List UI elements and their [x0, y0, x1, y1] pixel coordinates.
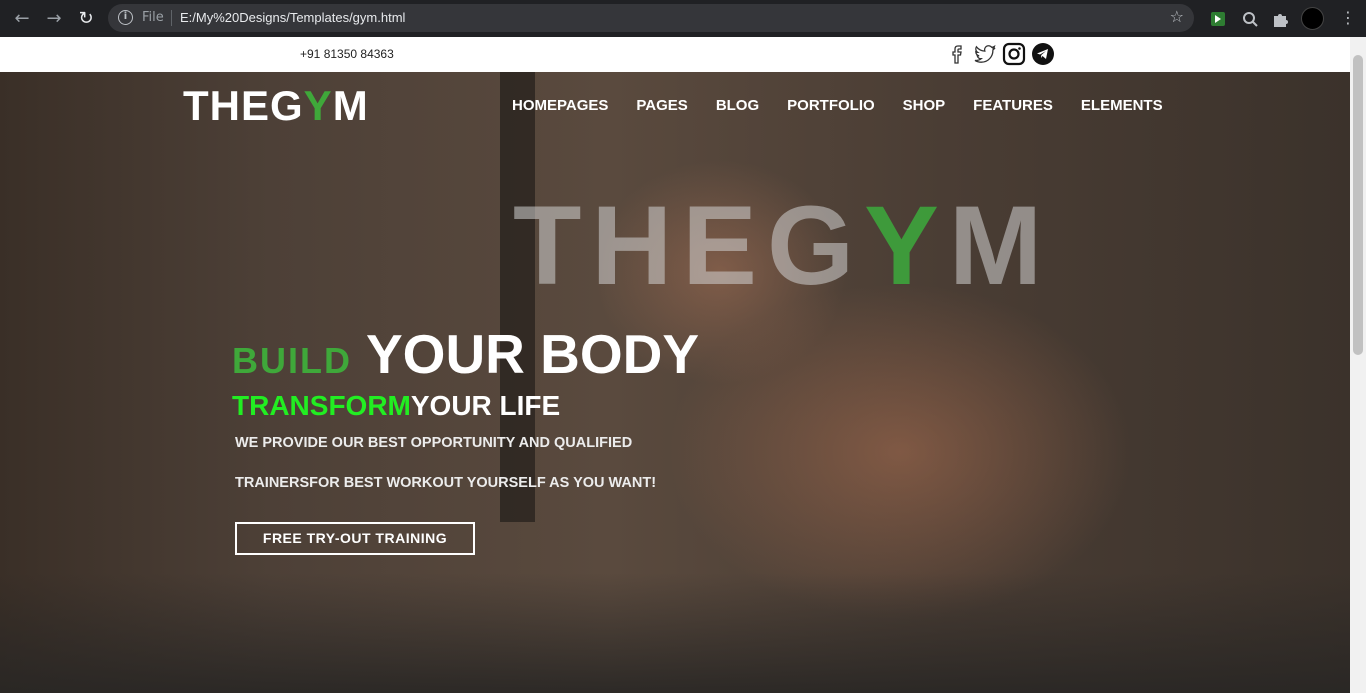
telegram-icon[interactable]	[1031, 42, 1055, 66]
background-floor	[0, 573, 1350, 693]
facebook-icon[interactable]	[944, 42, 968, 66]
site-logo[interactable]: THEGYM	[183, 82, 369, 130]
extension-icon[interactable]	[1240, 9, 1260, 29]
subheadline-transform: TRANSFORM	[232, 390, 411, 421]
profile-avatar[interactable]	[1301, 7, 1324, 30]
headline-build: BUILD	[232, 340, 352, 381]
hero-description-line2: TRAINERSFOR BEST WORKOUT YOURSELF AS YOU…	[235, 475, 657, 491]
back-icon[interactable]: ←	[10, 7, 34, 31]
twitter-icon[interactable]	[973, 42, 997, 66]
info-icon[interactable]: i	[118, 10, 133, 25]
hero-section: THEGYM HOMEPAGES PAGES BLOG PORTFOLIO SH…	[0, 72, 1350, 693]
watermark-prefix: THEG	[513, 183, 865, 308]
scheme-label: File	[142, 10, 164, 25]
headline-your-body: YOUR BODY	[366, 323, 700, 385]
browser-toolbar: ← → ↻ i File E:/My%20Designs/Templates/g…	[0, 0, 1366, 37]
subheadline-your-life: YOUR LIFE	[410, 390, 561, 421]
reload-icon[interactable]: ↻	[74, 7, 98, 31]
nav-elements[interactable]: ELEMENTS	[1081, 97, 1163, 114]
watermark-suffix: M	[948, 183, 1053, 308]
nav-shop[interactable]: SHOP	[903, 97, 946, 114]
nav-homepages[interactable]: HOMEPAGES	[512, 97, 608, 114]
nav-pages[interactable]: PAGES	[636, 97, 687, 114]
contact-bar: +91 81350 84363	[0, 37, 1350, 72]
hero-subheadline: TRANSFORMYOUR LIFE	[232, 390, 560, 422]
free-tryout-button[interactable]: FREE TRY-OUT TRAINING	[235, 522, 475, 555]
hero-description-line1: WE PROVIDE OUR BEST OPPORTUNITY AND QUAL…	[235, 435, 633, 451]
scrollbar-thumb[interactable]	[1353, 55, 1363, 355]
bookmark-star-icon[interactable]: ☆	[1170, 7, 1184, 26]
omnibox-divider	[171, 10, 172, 26]
logo-prefix: THEG	[183, 82, 304, 129]
nav-features[interactable]: FEATURES	[973, 97, 1053, 114]
phone-number[interactable]: +91 81350 84363	[300, 47, 394, 61]
nav-portfolio[interactable]: PORTFOLIO	[787, 97, 875, 114]
url-text[interactable]: E:/My%20Designs/Templates/gym.html	[180, 10, 405, 25]
logo-accent: Y	[303, 82, 333, 129]
nav-blog[interactable]: BLOG	[716, 97, 759, 114]
instagram-icon[interactable]	[1002, 42, 1026, 66]
menu-icon[interactable]: ⋮	[1340, 8, 1356, 28]
extension-icon[interactable]	[1208, 9, 1228, 29]
address-bar[interactable]: i File E:/My%20Designs/Templates/gym.htm…	[108, 4, 1194, 32]
hero-headline: BUILD YOUR BODY	[232, 322, 699, 386]
puzzle-icon[interactable]	[1270, 9, 1290, 29]
logo-suffix: M	[332, 82, 369, 129]
hero-watermark: THEGYM	[513, 190, 1052, 302]
watermark-accent: Y	[864, 183, 949, 308]
page-scrollbar[interactable]	[1350, 37, 1366, 693]
main-navigation: HOMEPAGES PAGES BLOG PORTFOLIO SHOP FEAT…	[512, 97, 1191, 114]
forward-icon[interactable]: →	[42, 7, 66, 31]
webpage: +91 81350 84363 THEGYM HOMEPAGES PAGES B…	[0, 37, 1350, 693]
